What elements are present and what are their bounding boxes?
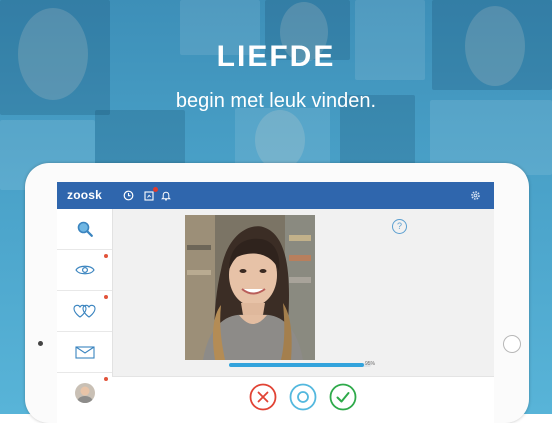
x-icon <box>249 383 277 411</box>
profile-progress-fill <box>229 363 364 367</box>
profile-photo-image <box>185 215 315 360</box>
avatar <box>74 383 95 403</box>
background-face <box>255 110 305 170</box>
gear-icon[interactable] <box>470 190 481 201</box>
check-icon <box>329 383 357 411</box>
sidebar-item-search[interactable] <box>57 209 112 250</box>
new-indicator <box>104 295 108 299</box>
tablet-home-button <box>503 335 521 353</box>
tablet-frame: zoosk ? 95% <box>25 163 529 423</box>
no-button[interactable] <box>249 383 277 411</box>
yes-button[interactable] <box>329 383 357 411</box>
search-icon <box>77 221 93 237</box>
promo-headline: LIEFDE <box>216 40 336 73</box>
sidebar-item-messages[interactable] <box>57 332 112 373</box>
app-logo: zoosk <box>67 188 103 202</box>
help-button[interactable]: ? <box>392 219 407 234</box>
bell-icon[interactable] <box>160 190 171 201</box>
app-topbar: zoosk <box>57 182 494 209</box>
profile-photo[interactable] <box>185 215 315 360</box>
profile-progress-track <box>229 363 371 367</box>
new-indicator <box>104 377 108 381</box>
app-screen: zoosk ? 95% <box>57 182 494 423</box>
clock-icon[interactable] <box>123 190 134 201</box>
app-sidebar <box>57 209 113 423</box>
hearts-icon <box>72 304 96 318</box>
carousel-icon[interactable] <box>144 187 158 201</box>
sidebar-item-profile[interactable] <box>57 373 112 413</box>
sidebar-item-likes[interactable] <box>57 291 112 332</box>
circle-icon <box>289 383 317 411</box>
maybe-button[interactable] <box>289 383 317 411</box>
new-indicator <box>104 254 108 258</box>
eye-icon <box>74 265 95 275</box>
mail-icon <box>74 345 95 359</box>
promo-subline: begin met leuk vinden. <box>175 90 377 112</box>
sidebar-item-views[interactable] <box>57 250 112 291</box>
profile-progress-label: 95% <box>365 361 376 367</box>
carousel-action-bar <box>112 376 494 423</box>
notification-badge <box>153 187 158 192</box>
tablet-camera <box>38 341 43 346</box>
